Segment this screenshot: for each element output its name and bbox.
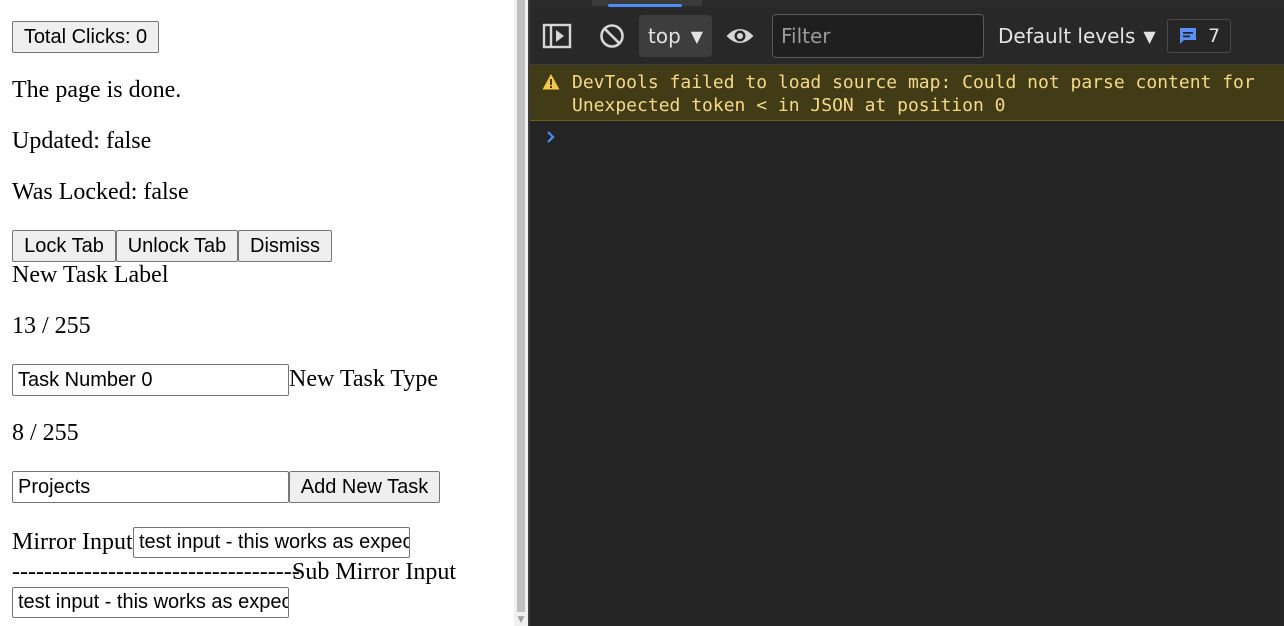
- sub-mirror-input[interactable]: test input - this works as expected: [12, 587, 289, 618]
- page-scrollbar[interactable]: ▼: [514, 0, 528, 626]
- prompt-chevron-icon: [547, 131, 555, 143]
- mirror-input[interactable]: test input - this works as expected: [133, 527, 410, 558]
- warning-line-2: Unexpected token < in JSON at position 0: [572, 95, 1006, 116]
- sidebar-toggle-icon[interactable]: [541, 20, 573, 52]
- caret-down-icon: ▼: [690, 26, 704, 46]
- separator-line: ------------------------------------: [12, 559, 300, 585]
- active-tab-indicator: [608, 4, 682, 7]
- unlock-tab-button[interactable]: Unlock Tab: [116, 230, 238, 262]
- was-locked-text: Was Locked: false: [12, 179, 189, 205]
- add-new-task-button[interactable]: Add New Task: [289, 471, 440, 503]
- console-filter-input[interactable]: Filter: [772, 14, 984, 58]
- scroll-down-arrow-icon[interactable]: ▼: [516, 615, 526, 625]
- context-selector-label: top: [648, 24, 681, 48]
- log-levels-label: Default levels: [998, 24, 1136, 48]
- context-selector[interactable]: top ▼: [639, 15, 712, 57]
- eye-icon[interactable]: [724, 20, 756, 52]
- console-prompt[interactable]: [530, 121, 1284, 155]
- updated-text: Updated: false: [12, 128, 152, 154]
- lock-tab-button[interactable]: Lock Tab: [12, 230, 116, 262]
- warning-text: DevTools failed to load source map: Coul…: [572, 71, 1255, 117]
- clear-console-icon[interactable]: [596, 20, 628, 52]
- issues-count: 7: [1208, 25, 1221, 47]
- warning-line-1: DevTools failed to load source map: Coul…: [572, 72, 1255, 93]
- task-label-heading: New Task Label: [12, 262, 169, 288]
- sub-mirror-input-label: Sub Mirror Input: [292, 559, 456, 585]
- devtools-panel: top ▼ Filter Default levels ▼ 7 DevTools…: [530, 0, 1284, 626]
- scrollbar-thumb[interactable]: [517, 0, 525, 612]
- console-warning-message: DevTools failed to load source map: Coul…: [530, 65, 1284, 121]
- caret-down-icon: ▼: [1143, 26, 1156, 46]
- task-label-input[interactable]: Task Number 0: [12, 364, 289, 396]
- task-type-input[interactable]: Projects: [12, 471, 289, 503]
- devtools-tabstrip: [530, 0, 1284, 8]
- dismiss-button[interactable]: Dismiss: [238, 230, 332, 262]
- task-type-heading: New Task Type: [289, 366, 439, 392]
- mirror-input-label: Mirror Input: [12, 529, 133, 555]
- issues-button[interactable]: 7: [1167, 19, 1231, 53]
- issues-icon: [1180, 28, 1196, 44]
- warning-icon: [542, 74, 560, 90]
- page-content: Total Clicks: 0 The page is done. Update…: [0, 0, 514, 626]
- log-levels-dropdown[interactable]: Default levels ▼: [998, 22, 1156, 50]
- total-clicks-button[interactable]: Total Clicks: 0: [12, 21, 159, 53]
- task-type-counter: 8 / 255: [12, 420, 79, 446]
- status-text: The page is done.: [12, 77, 182, 103]
- task-label-counter: 13 / 255: [12, 313, 91, 339]
- console-toolbar: top ▼ Filter Default levels ▼ 7: [530, 8, 1284, 65]
